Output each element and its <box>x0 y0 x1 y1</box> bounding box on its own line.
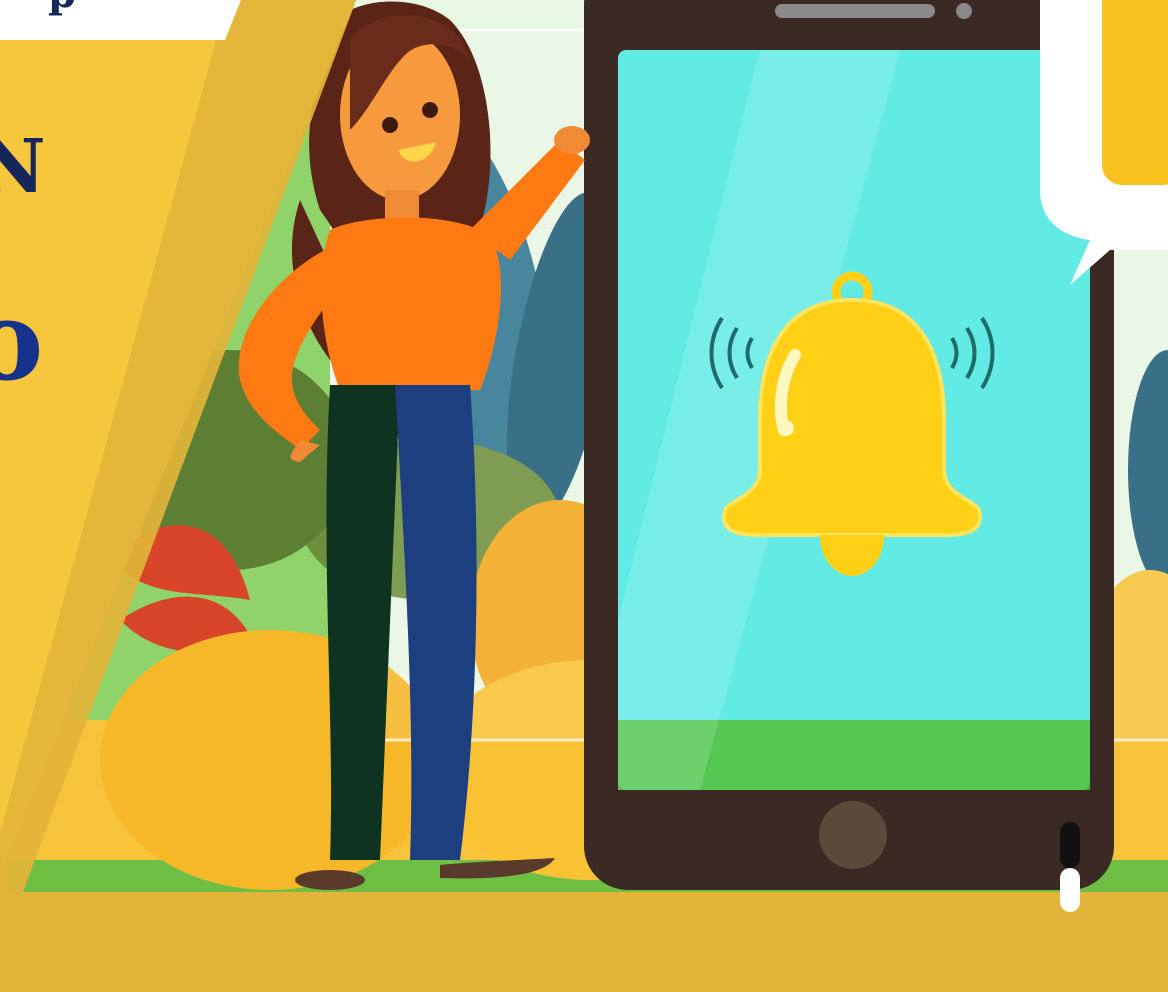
headline-fragment-top: p <box>48 0 76 14</box>
banner-illustration <box>0 0 1168 992</box>
phone-speaker <box>775 4 935 18</box>
headline-fragment-o: o <box>0 276 44 405</box>
phone-camera <box>956 3 972 19</box>
phone-home-button <box>819 801 887 869</box>
headline-fragment-n: N <box>0 124 46 210</box>
